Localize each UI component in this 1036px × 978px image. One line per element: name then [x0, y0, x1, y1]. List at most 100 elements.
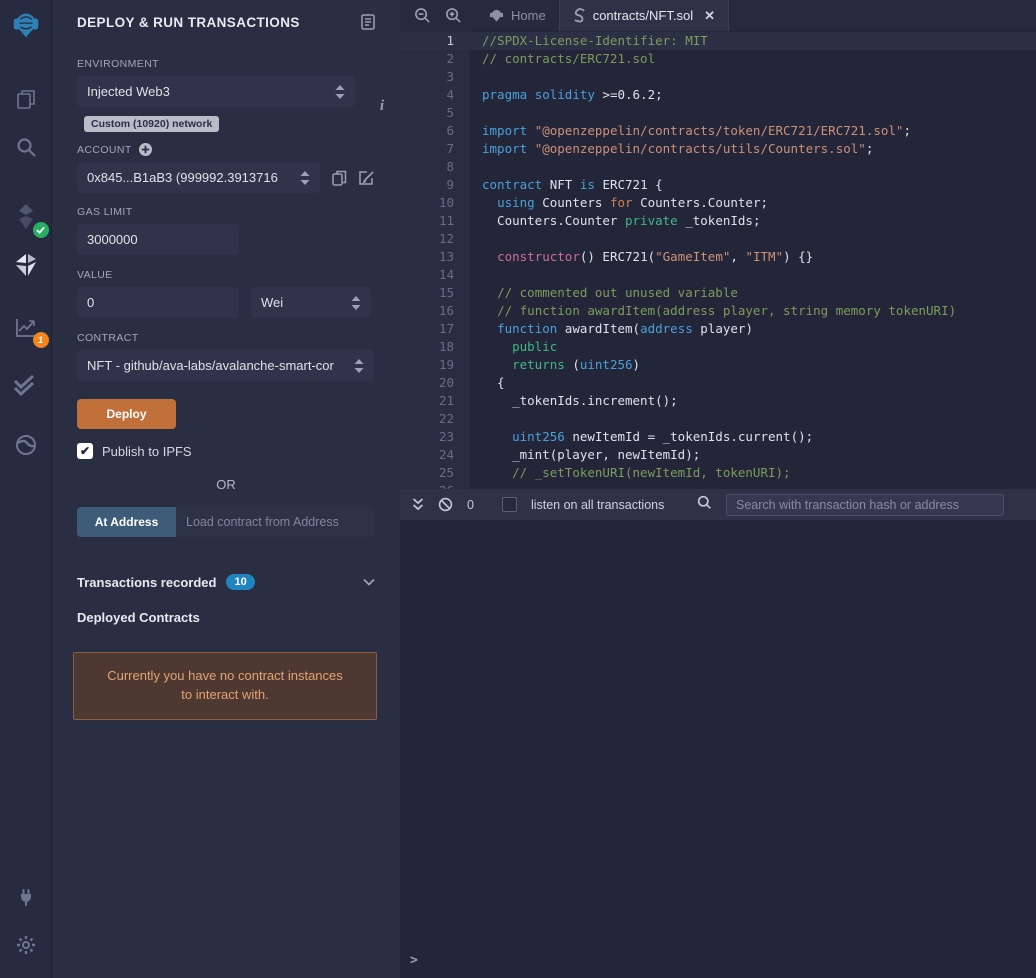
publish-ipfs-checkbox[interactable]: ✔ Publish to IPFS [77, 443, 375, 459]
code-line[interactable]: 10 using Counters for Counters.Counter; [400, 194, 1036, 212]
file-explorer-icon[interactable] [9, 82, 43, 116]
add-account-icon[interactable] [139, 143, 152, 156]
remix-ide-window: 1 [0, 0, 1036, 978]
code-line[interactable]: 6import "@openzeppelin/contracts/token/E… [400, 122, 1036, 140]
clear-console-icon[interactable] [438, 497, 453, 512]
editor-region: Home contracts/NFT.sol ✕ 1//SPDX-License… [400, 0, 1036, 978]
line-number: 5 [400, 104, 470, 122]
line-number: 11 [400, 212, 470, 230]
code-line[interactable]: 14 [400, 266, 1036, 284]
code-line[interactable]: 22 [400, 410, 1036, 428]
remix-logo-icon [489, 8, 504, 23]
code-line[interactable]: 23 uint256 newItemId = _tokenIds.current… [400, 428, 1036, 446]
line-number: 9 [400, 176, 470, 194]
code-line[interactable]: 21 _tokenIds.increment(); [400, 392, 1036, 410]
deploy-button[interactable]: Deploy [77, 399, 176, 429]
code-line[interactable]: 3 [400, 68, 1036, 86]
listen-all-tx-label: listen on all transactions [531, 498, 664, 512]
code-line[interactable]: 13 constructor() ERC721("GameItem", "ITM… [400, 248, 1036, 266]
code-text: Counters.Counter private _tokenIds; [470, 212, 760, 230]
transactions-count-badge: 10 [226, 574, 254, 590]
code-line[interactable]: 12 [400, 230, 1036, 248]
code-line[interactable]: 8 [400, 158, 1036, 176]
listen-all-tx-checkbox[interactable] [502, 497, 517, 512]
code-line[interactable]: 9contract NFT is ERC721 { [400, 176, 1036, 194]
static-analysis-icon[interactable]: 1 [9, 310, 43, 344]
code-text: contract NFT is ERC721 { [470, 176, 663, 194]
line-number: 15 [400, 284, 470, 302]
code-line[interactable]: 4pragma solidity >=0.6.2; [400, 86, 1036, 104]
tab-home[interactable]: Home [476, 0, 559, 31]
transactions-recorded-toggle[interactable]: Transactions recorded 10 [77, 574, 375, 590]
line-number: 14 [400, 266, 470, 284]
line-number: 3 [400, 68, 470, 86]
code-text: { [470, 374, 505, 392]
edit-account-icon[interactable] [359, 170, 375, 186]
value-unit-select[interactable]: Wei [251, 287, 371, 318]
compile-success-badge [33, 222, 49, 238]
tab-contracts-nft-sol[interactable]: contracts/NFT.sol ✕ [559, 0, 729, 31]
code-line[interactable]: 2// contracts/ERC721.sol [400, 50, 1036, 68]
debugger-icon[interactable] [9, 428, 43, 462]
solidity-file-icon [573, 8, 586, 23]
code-text: returns (uint256) [470, 356, 640, 374]
account-select[interactable]: 0x845...B1aB3 (999992.3913716 [77, 162, 320, 193]
code-text: pragma solidity >=0.6.2; [470, 86, 663, 104]
code-line[interactable]: 20 { [400, 374, 1036, 392]
environment-select[interactable]: Injected Web3 [77, 76, 355, 107]
updown-icon [351, 296, 361, 310]
value-label: VALUE [77, 269, 375, 281]
plugin-manager-icon[interactable] [9, 880, 43, 914]
updown-icon [354, 359, 364, 373]
account-label: ACCOUNT [77, 144, 132, 156]
copy-account-icon[interactable] [332, 170, 347, 186]
line-number: 18 [400, 338, 470, 356]
code-text: import "@openzeppelin/contracts/token/ER… [470, 122, 911, 140]
code-text [470, 230, 482, 248]
code-text [470, 482, 482, 489]
code-text: // _setTokenURI(newItemId, tokenURI); [470, 464, 791, 482]
documentation-icon[interactable] [361, 14, 375, 30]
environment-info-icon[interactable]: i [380, 98, 384, 115]
zoom-out-icon[interactable] [414, 7, 431, 24]
code-line[interactable]: 5 [400, 104, 1036, 122]
code-line[interactable]: 17 function awardItem(address player) [400, 320, 1036, 338]
code-text [470, 266, 482, 284]
code-line[interactable]: 24 _mint(player, newItemId); [400, 446, 1036, 464]
close-tab-icon[interactable]: ✕ [704, 8, 715, 24]
solidity-compiler-icon[interactable] [9, 200, 43, 234]
code-text [470, 104, 482, 122]
code-line[interactable]: 11 Counters.Counter private _tokenIds; [400, 212, 1036, 230]
line-number: 4 [400, 86, 470, 104]
line-number: 17 [400, 320, 470, 338]
code-line[interactable]: 15 // commented out unused variable [400, 284, 1036, 302]
code-text: import "@openzeppelin/contracts/utils/Co… [470, 140, 873, 158]
collapse-terminal-icon[interactable] [412, 498, 424, 511]
contract-select[interactable]: NFT - github/ava-labs/avalanche-smart-co… [77, 350, 374, 381]
terminal-prompt: > [410, 953, 418, 968]
code-line[interactable]: 1//SPDX-License-Identifier: MIT [400, 32, 1036, 50]
terminal-output[interactable]: > [400, 520, 1036, 978]
code-line[interactable]: 19 returns (uint256) [400, 356, 1036, 374]
code-line[interactable]: 26 [400, 482, 1036, 489]
at-address-input[interactable] [176, 507, 375, 537]
terminal-search-input[interactable] [726, 494, 1004, 516]
value-input[interactable] [77, 287, 239, 318]
at-address-button[interactable]: At Address [77, 507, 176, 537]
gas-limit-input[interactable] [77, 224, 239, 255]
code-text: _mint(player, newItemId); [470, 446, 700, 464]
code-line[interactable]: 25 // _setTokenURI(newItemId, tokenURI); [400, 464, 1036, 482]
unit-testing-icon[interactable] [9, 368, 43, 402]
search-icon[interactable] [9, 130, 43, 164]
code-line[interactable]: 16 // function awardItem(address player,… [400, 302, 1036, 320]
contract-label: CONTRACT [77, 332, 375, 344]
code-text: // commented out unused variable [470, 284, 738, 302]
settings-icon[interactable] [9, 928, 43, 962]
code-line[interactable]: 18 public [400, 338, 1036, 356]
code-line[interactable]: 7import "@openzeppelin/contracts/utils/C… [400, 140, 1036, 158]
remix-logo[interactable] [9, 8, 43, 42]
zoom-in-icon[interactable] [445, 7, 462, 24]
code-text: public [470, 338, 557, 356]
deploy-run-icon[interactable] [9, 248, 43, 282]
code-editor[interactable]: 1//SPDX-License-Identifier: MIT2// contr… [400, 31, 1036, 489]
